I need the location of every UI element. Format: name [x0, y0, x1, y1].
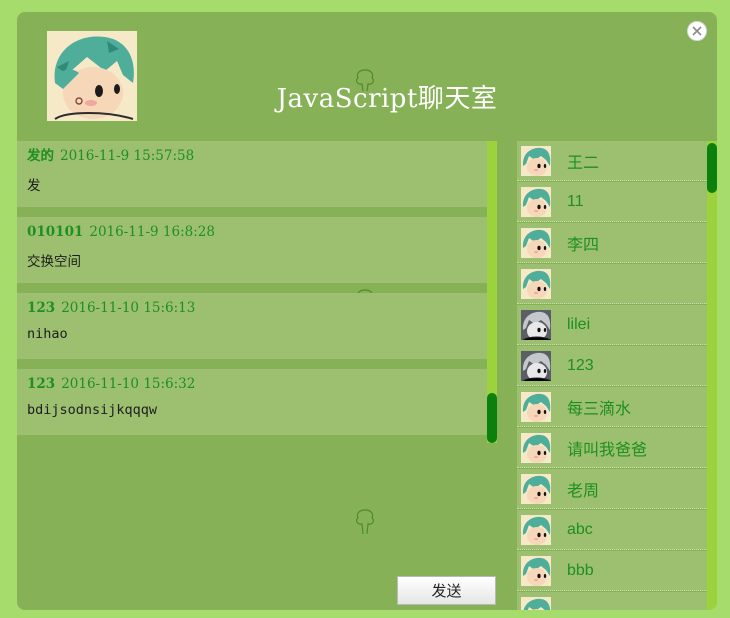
user-list-item[interactable]	[517, 592, 707, 610]
user-avatar	[521, 227, 551, 258]
user-avatar	[521, 596, 551, 610]
user-list-item[interactable]: lilei	[517, 305, 707, 345]
message-time: 2016-11-9 16:8:28	[89, 224, 215, 240]
message-time: 2016-11-10 15:6:13	[61, 300, 196, 316]
user-list-item[interactable]: 请叫我爸爸	[517, 428, 707, 468]
tree-icon	[356, 69, 374, 92]
user-list-item[interactable]: 11	[517, 182, 707, 222]
user-list-item[interactable]: abc	[517, 510, 707, 550]
user-avatar	[521, 186, 551, 217]
user-name: abc	[567, 520, 593, 538]
user-name: 11	[567, 192, 584, 210]
current-user-avatar	[47, 31, 137, 121]
user-avatar	[521, 555, 551, 586]
user-avatar	[521, 432, 551, 463]
message-text: bdijsodnsijkqqqw	[27, 402, 158, 418]
tree-icon	[356, 509, 374, 535]
message-item: 010101 2016-11-9 16:8:28 交换空间	[17, 217, 487, 283]
user-list-item[interactable]: 李四	[517, 223, 707, 263]
user-name: 李四	[567, 236, 600, 254]
user-name: 每三滴水	[567, 400, 632, 418]
cartoon-boy-avatar-icon	[47, 31, 137, 121]
user-list-item[interactable]	[517, 264, 707, 304]
user-name: lilei	[567, 315, 591, 333]
user-name: 123	[567, 356, 594, 374]
user-name: 王二	[567, 154, 600, 172]
send-button[interactable]: 发送	[397, 576, 496, 605]
message-scrollbar-thumb[interactable]	[487, 393, 497, 443]
user-list-item[interactable]: bbb	[517, 551, 707, 591]
chat-window: JavaScript聊天室 发的 2016-11-9 15:57:58 发 010…	[17, 12, 717, 610]
message-time: 2016-11-10 15:6:32	[61, 376, 196, 392]
message-time: 2016-11-9 15:57:58	[60, 148, 195, 164]
message-author: 发的	[27, 148, 54, 164]
page-title: JavaScript聊天室	[276, 84, 498, 114]
user-avatar	[521, 391, 551, 422]
user-name: 老周	[567, 482, 600, 500]
message-item: 123 2016-11-10 15:6:13 nihao	[17, 293, 487, 359]
user-list-item[interactable]: 每三滴水	[517, 387, 707, 427]
close-button[interactable]	[687, 21, 707, 41]
message-item: 123 2016-11-10 15:6:32 bdijsodnsijkqqqw	[17, 369, 487, 435]
user-avatar	[521, 145, 551, 176]
user-list-scrollbar-thumb[interactable]	[707, 143, 717, 193]
user-list-item[interactable]: 王二	[517, 141, 707, 181]
message-text: 交换空间	[27, 254, 81, 270]
user-avatar	[521, 473, 551, 504]
message-text: 发	[27, 178, 41, 194]
message-text: nihao	[27, 326, 68, 342]
message-author: 010101	[27, 224, 84, 240]
user-avatar	[521, 350, 551, 381]
user-list-item[interactable]: 老周	[517, 469, 707, 509]
user-avatar	[521, 268, 551, 299]
close-icon	[692, 26, 702, 36]
user-name: 请叫我爸爸	[567, 441, 648, 459]
user-list-scrollbar[interactable]	[707, 141, 717, 610]
message-item: 发的 2016-11-9 15:57:58 发	[17, 141, 487, 207]
message-author: 123	[27, 300, 56, 316]
user-avatar	[521, 309, 551, 340]
user-avatar	[521, 514, 551, 545]
user-list[interactable]: 王二 11 李四 lilei 123 每三滴水请叫我爸爸老周 abc bbb	[517, 141, 707, 610]
user-name: bbb	[567, 561, 594, 579]
user-list-item[interactable]: 123	[517, 346, 707, 386]
message-author: 123	[27, 376, 56, 392]
message-scrollbar[interactable]	[487, 141, 497, 443]
message-list[interactable]: 发的 2016-11-9 15:57:58 发 010101 2016-11-9 1…	[17, 141, 487, 441]
